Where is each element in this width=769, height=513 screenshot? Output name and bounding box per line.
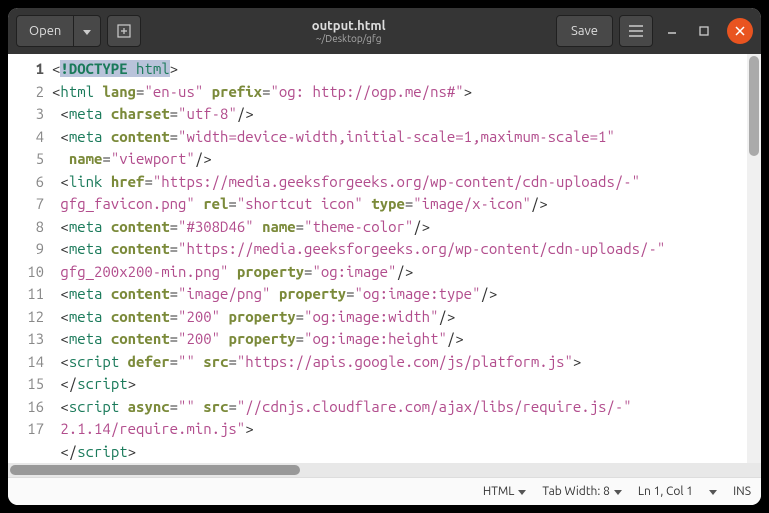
open-button-label: Open (29, 24, 61, 38)
titlebar: Open output.html ~/Desktop/gfg Save (8, 8, 761, 54)
vertical-scrollbar[interactable] (747, 54, 761, 463)
chevron-down-icon (709, 485, 717, 498)
save-button[interactable]: Save (556, 15, 613, 47)
horizontal-scrollbar-thumb[interactable] (10, 465, 300, 475)
close-button[interactable] (727, 18, 753, 44)
chevron-down-icon (518, 485, 526, 498)
status-language-label: HTML (483, 485, 515, 498)
maximize-button[interactable] (691, 18, 717, 44)
hamburger-icon (629, 25, 643, 37)
code-area[interactable]: <!DOCTYPE html><html lang="en-us" prefix… (50, 54, 761, 463)
hamburger-menu-button[interactable] (619, 15, 653, 47)
minimize-icon (667, 26, 677, 36)
app-window: Open output.html ~/Desktop/gfg Save (8, 8, 761, 505)
status-language[interactable]: HTML (483, 485, 527, 498)
status-cursor-label: Ln 1, Col 1 (638, 485, 693, 498)
status-cursor-position[interactable]: Ln 1, Col 1 (638, 485, 693, 498)
vertical-scrollbar-thumb[interactable] (749, 56, 759, 156)
line-number-gutter: 1234567891011121314151617 (8, 54, 50, 463)
chevron-down-icon (614, 485, 622, 498)
minimize-button[interactable] (659, 18, 685, 44)
new-tab-button[interactable] (107, 15, 141, 47)
statusbar: HTML Tab Width: 8 Ln 1, Col 1 INS (8, 477, 761, 505)
editor[interactable]: 1234567891011121314151617 <!DOCTYPE html… (8, 54, 761, 463)
title-area: output.html ~/Desktop/gfg (147, 19, 550, 44)
open-recent-button[interactable] (73, 15, 101, 47)
maximize-icon (699, 26, 709, 36)
status-tab-width[interactable]: Tab Width: 8 (542, 485, 621, 498)
file-path-label: ~/Desktop/gfg (316, 33, 382, 44)
file-name-label: output.html (312, 19, 386, 33)
status-ins-mode[interactable]: INS (733, 485, 751, 498)
close-icon (735, 26, 745, 36)
status-tab-width-label: Tab Width: 8 (542, 485, 609, 498)
status-ins-label: INS (733, 485, 751, 498)
code-content[interactable]: <!DOCTYPE html><html lang="en-us" prefix… (52, 58, 757, 463)
open-button[interactable]: Open (16, 15, 74, 47)
new-tab-icon (117, 24, 131, 38)
chevron-down-icon (83, 24, 91, 38)
save-button-label: Save (571, 24, 598, 38)
horizontal-scrollbar[interactable] (8, 463, 761, 477)
